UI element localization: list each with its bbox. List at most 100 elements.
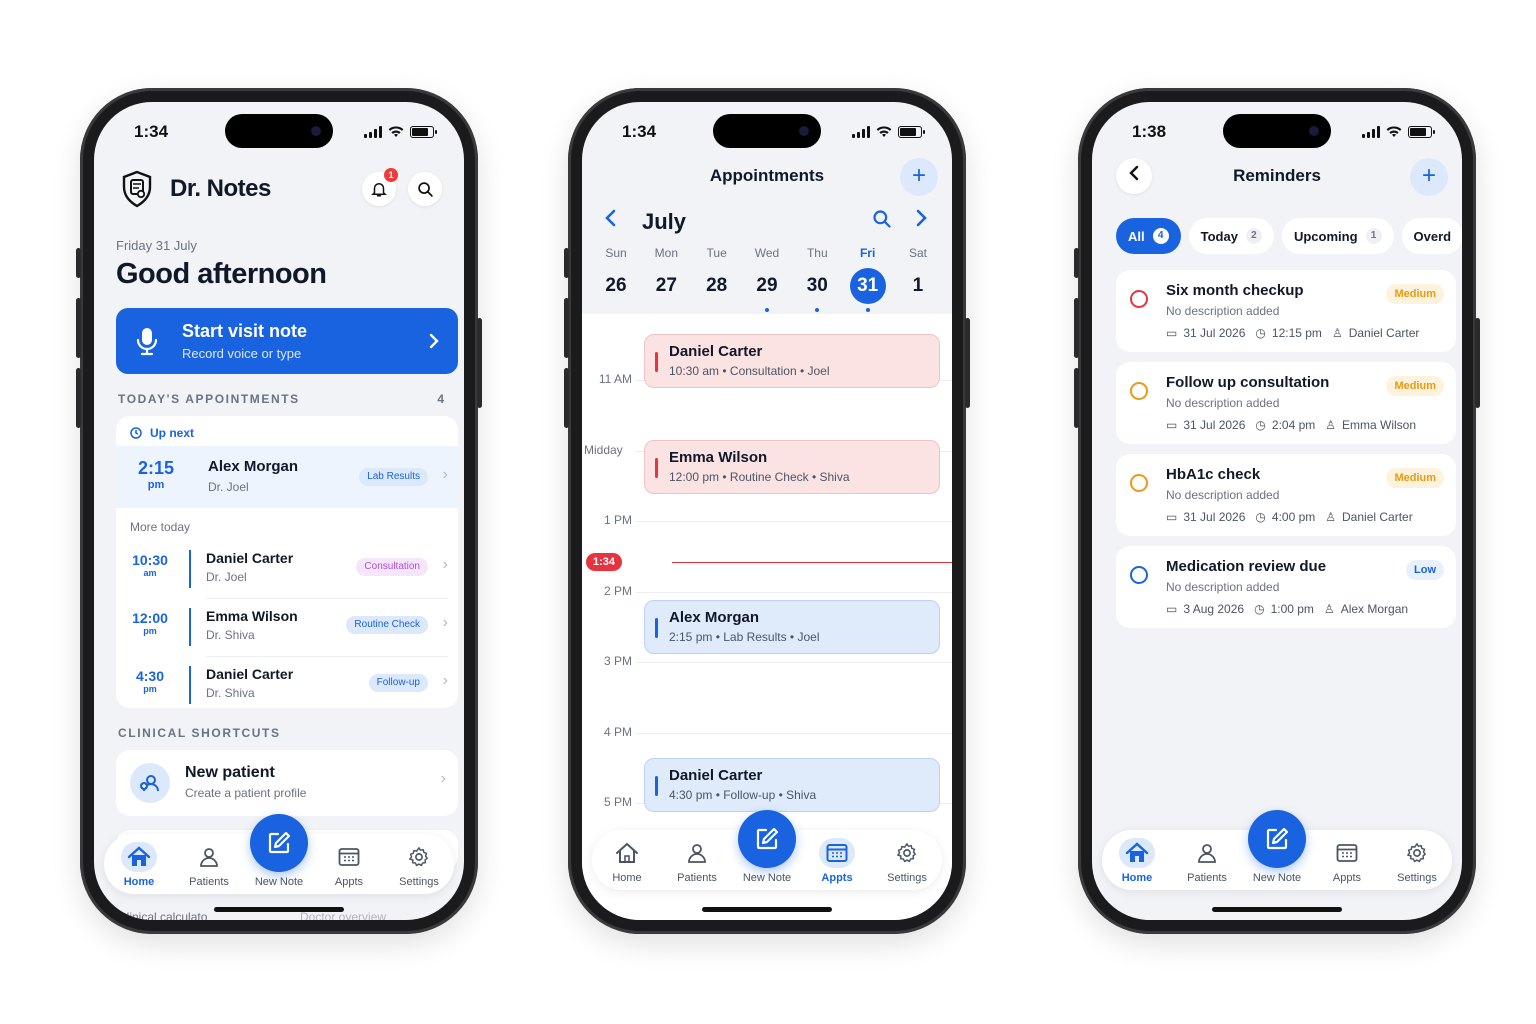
complete-toggle[interactable]	[1130, 566, 1148, 584]
person-icon	[200, 848, 218, 867]
appointment-row[interactable]: 10:30 am Daniel Carter Dr. Joel Consultat…	[116, 540, 458, 598]
status-bar: 1:34	[94, 122, 464, 146]
event-card[interactable]: Alex Morgan 2:15 pm • Lab Results • Joel	[644, 600, 940, 654]
tab-patients[interactable]: Patients	[666, 838, 728, 884]
reminder-meta: ▭ 31 Jul 2026 ◷ 2:04 pm ♙ Emma Wilson	[1166, 418, 1417, 432]
calendar-search-button[interactable]	[872, 208, 892, 236]
chevron-right-icon: ›	[442, 614, 448, 631]
chevron-right-icon	[916, 209, 927, 227]
priority-badge: Medium	[1386, 468, 1444, 488]
day-thu[interactable]: Thu 30	[795, 246, 839, 312]
reminder-card[interactable]: Six month checkup No description added ▭…	[1116, 270, 1456, 352]
tab-appts[interactable]: Appts	[318, 842, 380, 888]
priority-badge: Low	[1406, 560, 1444, 580]
search-button[interactable]	[408, 172, 442, 206]
reminders-screen: 1:38 Reminders + All 4 Today 2 Upcoming 1 O…	[1092, 102, 1462, 920]
hour-label: Midday	[584, 443, 623, 457]
cta-subtitle: Record voice or type	[182, 346, 302, 361]
notifications-button[interactable]: 1	[362, 168, 398, 206]
day-tue[interactable]: Tue 28	[695, 246, 739, 312]
tab-appts[interactable]: Appts	[1316, 838, 1378, 884]
stage: 1:34 Dr. Notes 1 Friday 31 July Good aft…	[0, 0, 1536, 1024]
event-card[interactable]: Daniel Carter 4:30 pm • Follow-up • Shiv…	[644, 758, 940, 812]
chevron-right-icon: ›	[442, 466, 448, 483]
page-title: Reminders	[1233, 166, 1321, 185]
add-appointment-button[interactable]: +	[900, 158, 938, 196]
day-wed[interactable]: Wed 29	[745, 246, 789, 312]
event-card[interactable]: Daniel Carter 10:30 am • Consultation • …	[644, 334, 940, 388]
chevron-left-icon	[605, 209, 616, 227]
new-patient-shortcut[interactable]: New patient Create a patient profile ›	[116, 750, 458, 816]
signal-icon	[852, 126, 870, 138]
tab-home[interactable]: Home	[1106, 838, 1168, 884]
day-mon[interactable]: Mon 27	[644, 246, 688, 312]
microphone-icon	[136, 328, 158, 356]
person-icon: ♙	[1325, 510, 1337, 524]
appointment-row[interactable]: 12:00 pm Emma Wilson Dr. Shiva Routine Ch…	[116, 598, 458, 656]
day-fri-selected[interactable]: Fri 31	[846, 246, 890, 312]
reminder-meta: ▭ 31 Jul 2026 ◷ 12:15 pm ♙ Daniel Carter	[1166, 326, 1420, 340]
complete-toggle[interactable]	[1130, 382, 1148, 400]
tab-home[interactable]: Home	[108, 842, 170, 888]
filter-upcoming[interactable]: Upcoming 1	[1281, 218, 1394, 254]
day-sat[interactable]: Sat 1	[896, 246, 940, 312]
start-visit-note-button[interactable]: Start visit note Record voice or type	[116, 308, 458, 374]
next-appointment-row[interactable]: 2:15 pm Alex Morgan Dr. Joel Lab Results…	[116, 446, 458, 508]
tab-patients[interactable]: Patients	[178, 842, 240, 888]
app-name: Dr. Notes	[170, 175, 271, 202]
filter-all[interactable]: All 4	[1116, 218, 1181, 254]
tab-appts[interactable]: Appts	[806, 838, 868, 884]
current-time-badge: 1:34	[586, 553, 622, 571]
tab-settings[interactable]: Settings	[876, 838, 938, 884]
signal-icon	[1362, 126, 1380, 138]
day-sun[interactable]: Sun 26	[594, 246, 638, 312]
home-screen: 1:34 Dr. Notes 1 Friday 31 July Good aft…	[94, 102, 464, 920]
status-bar: 1:38	[1092, 122, 1462, 146]
tab-bar: Home Patients New Note Appts Settings	[104, 814, 454, 894]
next-month-button[interactable]	[916, 206, 928, 234]
home-icon	[1125, 842, 1149, 862]
filter-overdue[interactable]: Overd	[1401, 218, 1462, 254]
week-strip: Sun 26 Mon 27 Tue 28 Wed 29 Thu 30 Fri 31 Sat 1	[594, 246, 940, 312]
appointments-card: Up next 2:15 pm Alex Morgan Dr. Joel Lab…	[116, 416, 458, 708]
complete-toggle[interactable]	[1130, 290, 1148, 308]
event-card[interactable]: Emma Wilson 12:00 pm • Routine Check • S…	[644, 440, 940, 494]
tab-bar: Home Patients New Note Appts Settings	[1102, 810, 1452, 890]
tab-home[interactable]: Home	[596, 838, 658, 884]
appointments-screen: 1:34 Appointments + July Sun 26 Mon 27 Tue…	[582, 102, 952, 920]
battery-icon	[898, 126, 925, 138]
complete-toggle[interactable]	[1130, 474, 1148, 492]
reminder-card[interactable]: HbA1c check No description added ▭ 31 Jul…	[1116, 454, 1456, 536]
calendar-icon: ▭	[1166, 602, 1178, 616]
status-bar: 1:34	[582, 122, 952, 146]
event-detail: 2:15 pm • Lab Results • Joel	[669, 630, 820, 644]
tab-new-note[interactable]: New Note	[1246, 810, 1308, 884]
tab-new-note[interactable]: New Note	[248, 814, 310, 888]
search-icon	[417, 181, 433, 197]
tab-settings[interactable]: Settings	[388, 842, 450, 888]
tab-new-note[interactable]: New Note	[736, 810, 798, 884]
person-icon: ♙	[1331, 326, 1343, 340]
bell-icon	[371, 183, 387, 197]
section-todays-appointments: TODAY'S APPOINTMENTS	[118, 392, 300, 406]
clock-icon: ◷	[1255, 510, 1266, 524]
event-patient: Emma Wilson	[669, 449, 768, 466]
previous-month-button[interactable]	[604, 206, 616, 234]
appointment-row[interactable]: 4:30 pm Daniel Carter Dr. Shiva Follow-up…	[116, 656, 458, 708]
reminder-card[interactable]: Medication review due No description add…	[1116, 546, 1456, 628]
tag-follow-up: Follow-up	[368, 674, 428, 692]
chevron-right-icon: ›	[442, 672, 448, 689]
shortcut-title: New patient	[185, 764, 275, 781]
filter-today[interactable]: Today 2	[1188, 218, 1274, 254]
reminder-card[interactable]: Follow up consultation No description ad…	[1116, 362, 1456, 444]
add-reminder-button[interactable]: +	[1410, 158, 1448, 196]
hour-label: 3 PM	[603, 654, 632, 668]
tab-settings[interactable]: Settings	[1386, 838, 1448, 884]
reminder-description: No description added	[1166, 580, 1280, 594]
clock-icon: ◷	[1255, 326, 1266, 340]
tab-patients[interactable]: Patients	[1176, 838, 1238, 884]
person-icon: ♙	[1323, 602, 1335, 616]
event-patient: Alex Morgan	[669, 609, 760, 626]
reminder-description: No description added	[1166, 396, 1280, 410]
person-icon	[688, 844, 706, 863]
